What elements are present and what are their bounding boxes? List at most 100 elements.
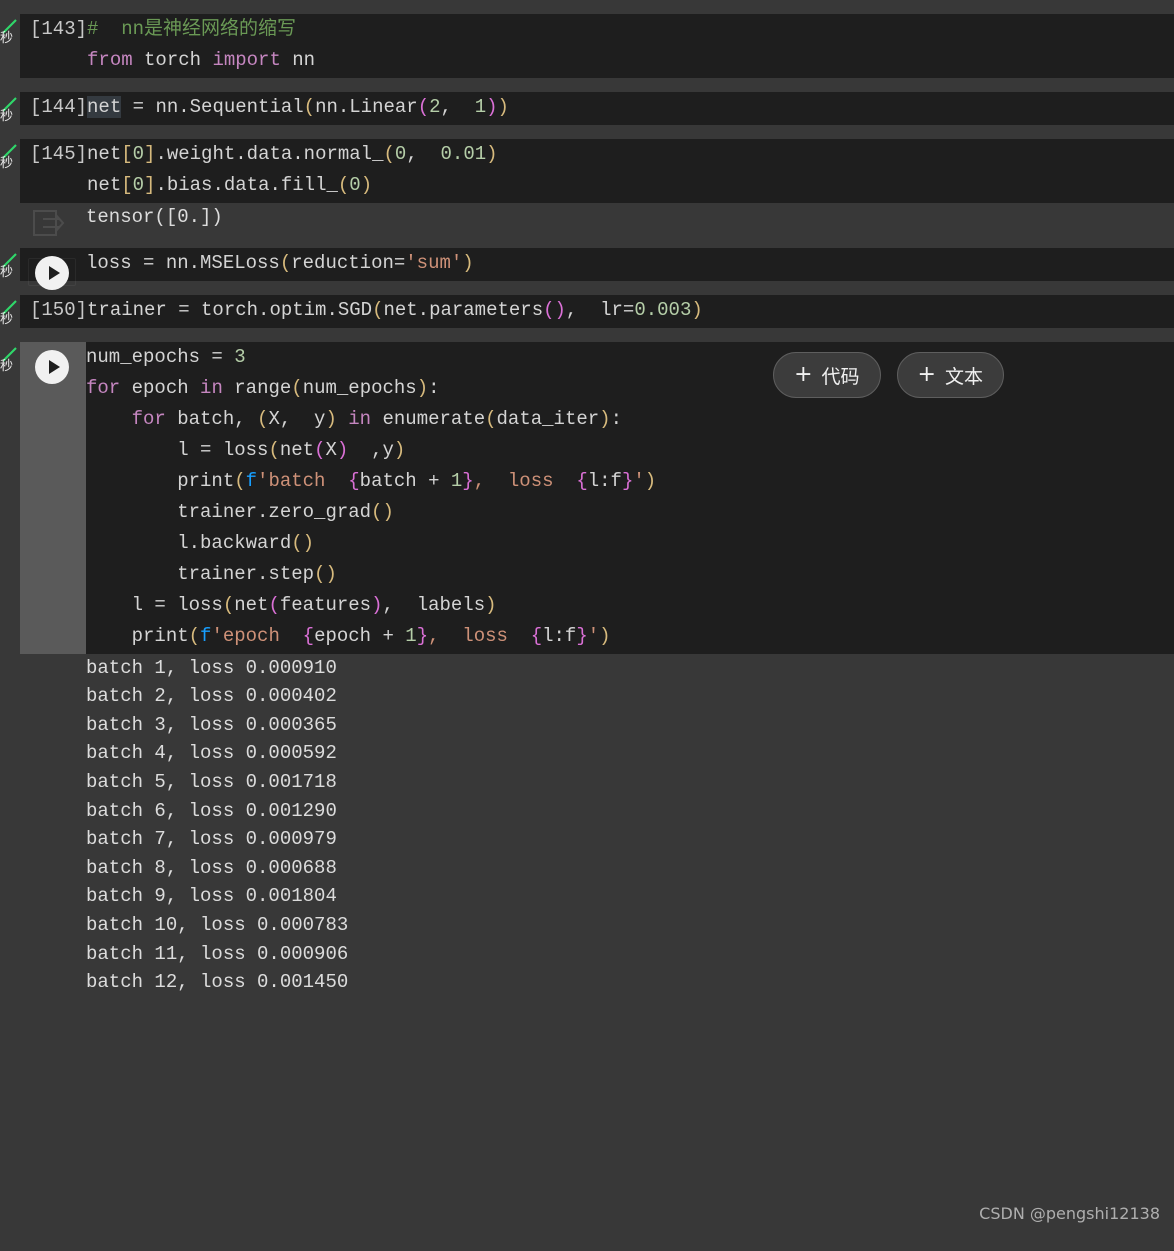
- code-token: .weight.data.normal_: [155, 143, 384, 165]
- cell-run-gutter: [20, 248, 86, 290]
- code-token: {: [530, 624, 543, 647]
- code-token: net.parameters: [383, 298, 544, 321]
- cell-gap: [0, 78, 1174, 92]
- output-line: tensor([0.]): [86, 206, 223, 228]
- code-token: net: [87, 174, 122, 196]
- seconds-label: 秒: [0, 311, 14, 327]
- output-line: batch 10, loss 0.000783: [86, 913, 349, 936]
- code-line: net[0].weight.data.normal_(0, 0.01): [87, 139, 1174, 170]
- code-token: epoch +: [314, 624, 406, 647]
- code-line: print(f'batch {batch + 1}, loss {l:f}'): [86, 466, 1174, 497]
- code-token: [: [121, 174, 133, 196]
- notebook-cell[interactable]: 秒 loss = nn.MSELoss(reduction='sum'): [0, 247, 1174, 290]
- code-token: ): [554, 298, 566, 321]
- code-token: f: [245, 469, 258, 492]
- code-token: 0: [132, 143, 145, 165]
- code-token: trainer = torch.optim.SGD: [87, 298, 373, 321]
- code-token: ): [302, 531, 315, 554]
- code-editor[interactable]: net[0].weight.data.normal_(0, 0.01) net[0…: [87, 139, 1174, 203]
- notebook-cell[interactable]: 秒 [150] trainer = torch.optim.SGD (net.para…: [0, 294, 1174, 328]
- output-icon-column: [20, 653, 86, 999]
- cell-run-gutter: [20, 341, 86, 654]
- execution-count: [145]: [30, 143, 88, 165]
- notebook-cell[interactable]: 秒 [144] net = nn.Sequential(nn.Linear(2, 1…: [0, 92, 1174, 125]
- code-token: ): [599, 407, 611, 430]
- output-line: batch 11, loss 0.000906: [86, 942, 349, 965]
- code-token: print: [86, 624, 189, 647]
- cell-gap: [0, 233, 1174, 248]
- output-line: batch 7, loss 0.000979: [86, 828, 337, 851]
- code-line: net[0].bias.data.fill_(0): [87, 170, 1174, 201]
- execution-count: [150]: [30, 298, 88, 321]
- code-line: trainer.step(): [86, 559, 1174, 590]
- cell-status-gutter: 秒: [0, 92, 20, 125]
- code-token: net: [234, 593, 269, 616]
- code-token: trainer.zero_grad: [86, 500, 372, 523]
- code-token: ): [325, 562, 337, 585]
- code-token: ): [382, 500, 394, 523]
- code-line: l = loss(net(features), labels): [86, 590, 1174, 621]
- notebook-cell[interactable]: 秒 [145] net[0].weight.data.normal_(0, 0.01…: [0, 139, 1174, 203]
- code-token: batch,: [165, 407, 258, 430]
- cell-output: tensor([0.]): [0, 203, 1174, 236]
- cell-gap: [0, 327, 1174, 342]
- code-token: (: [188, 624, 201, 647]
- output-left-spacer: [0, 203, 20, 234]
- notebook-cell[interactable]: 秒 [143] # nn是神经网络的缩写 from torch import nn: [0, 14, 1174, 78]
- code-token: = nn.Sequential: [121, 96, 304, 118]
- code-token: 0: [349, 174, 361, 196]
- code-line: for epoch in range(num_epochs):: [86, 373, 1174, 404]
- code-token: ': [633, 469, 645, 492]
- code-token: :: [428, 376, 440, 399]
- plus-icon: +: [794, 362, 813, 387]
- code-token: net: [87, 96, 122, 118]
- seconds-label: 秒: [0, 31, 14, 46]
- code-token: 0.003: [634, 298, 692, 321]
- run-cell-button[interactable]: [35, 255, 69, 290]
- code-editor[interactable]: num_epochs = 3 for epoch in range(num_epo…: [86, 342, 1174, 654]
- cell-status-gutter: 秒: [0, 247, 20, 281]
- add-text-label: 文本: [944, 365, 983, 388]
- code-token: , loss: [473, 469, 577, 492]
- code-token: in: [348, 407, 372, 430]
- plus-icon: +: [917, 362, 936, 387]
- cell-status-gutter: 秒: [0, 294, 20, 328]
- code-token: X: [325, 438, 337, 461]
- code-token: (: [543, 298, 555, 321]
- code-token: 'sum': [405, 251, 463, 274]
- code-token: (: [257, 407, 269, 430]
- code-editor[interactable]: loss = nn.MSELoss(reduction='sum'): [86, 248, 1174, 281]
- code-token: ]: [144, 174, 156, 196]
- add-code-button[interactable]: + 代码: [773, 352, 881, 398]
- code-token: ,y: [348, 438, 394, 461]
- code-editor[interactable]: # nn是神经网络的缩写 from torch import nn: [87, 14, 1174, 78]
- code-token: for: [86, 376, 121, 399]
- cell-body: [144] net = nn.Sequential(nn.Linear(2, 1)…: [20, 92, 1174, 125]
- code-token: (: [337, 174, 350, 196]
- code-editor[interactable]: net = nn.Sequential(nn.Linear(2, 1)): [87, 92, 1174, 125]
- output-left-spacer: [0, 653, 20, 999]
- code-editor[interactable]: trainer = torch.optim.SGD (net.parameters…: [87, 295, 1174, 328]
- code-token: ): [691, 298, 703, 321]
- play-icon: [48, 359, 60, 374]
- code-token: , labels: [382, 593, 486, 616]
- code-token: nn.Linear: [315, 96, 418, 118]
- code-token: in: [200, 376, 223, 399]
- cell-body: [145] net[0].weight.data.normal_(0, 0.01)…: [20, 139, 1174, 203]
- code-token: ): [336, 438, 349, 461]
- output-line: batch 1, loss 0.000910: [86, 656, 337, 679]
- code-token: ): [486, 143, 498, 165]
- code-token: range: [222, 376, 292, 399]
- code-token: 2: [429, 96, 441, 118]
- output-line: batch 5, loss 0.001718: [86, 770, 337, 793]
- code-token: ): [486, 96, 498, 118]
- code-token: ': [587, 624, 600, 647]
- run-cell-button[interactable]: [35, 349, 69, 384]
- execution-count: [144]: [30, 96, 88, 118]
- play-icon: [48, 265, 60, 280]
- add-text-button[interactable]: + 文本: [896, 352, 1004, 398]
- code-token: (: [314, 562, 326, 585]
- code-token: ,: [406, 143, 441, 165]
- code-token: ): [485, 593, 497, 616]
- code-token: , lr=: [565, 298, 635, 321]
